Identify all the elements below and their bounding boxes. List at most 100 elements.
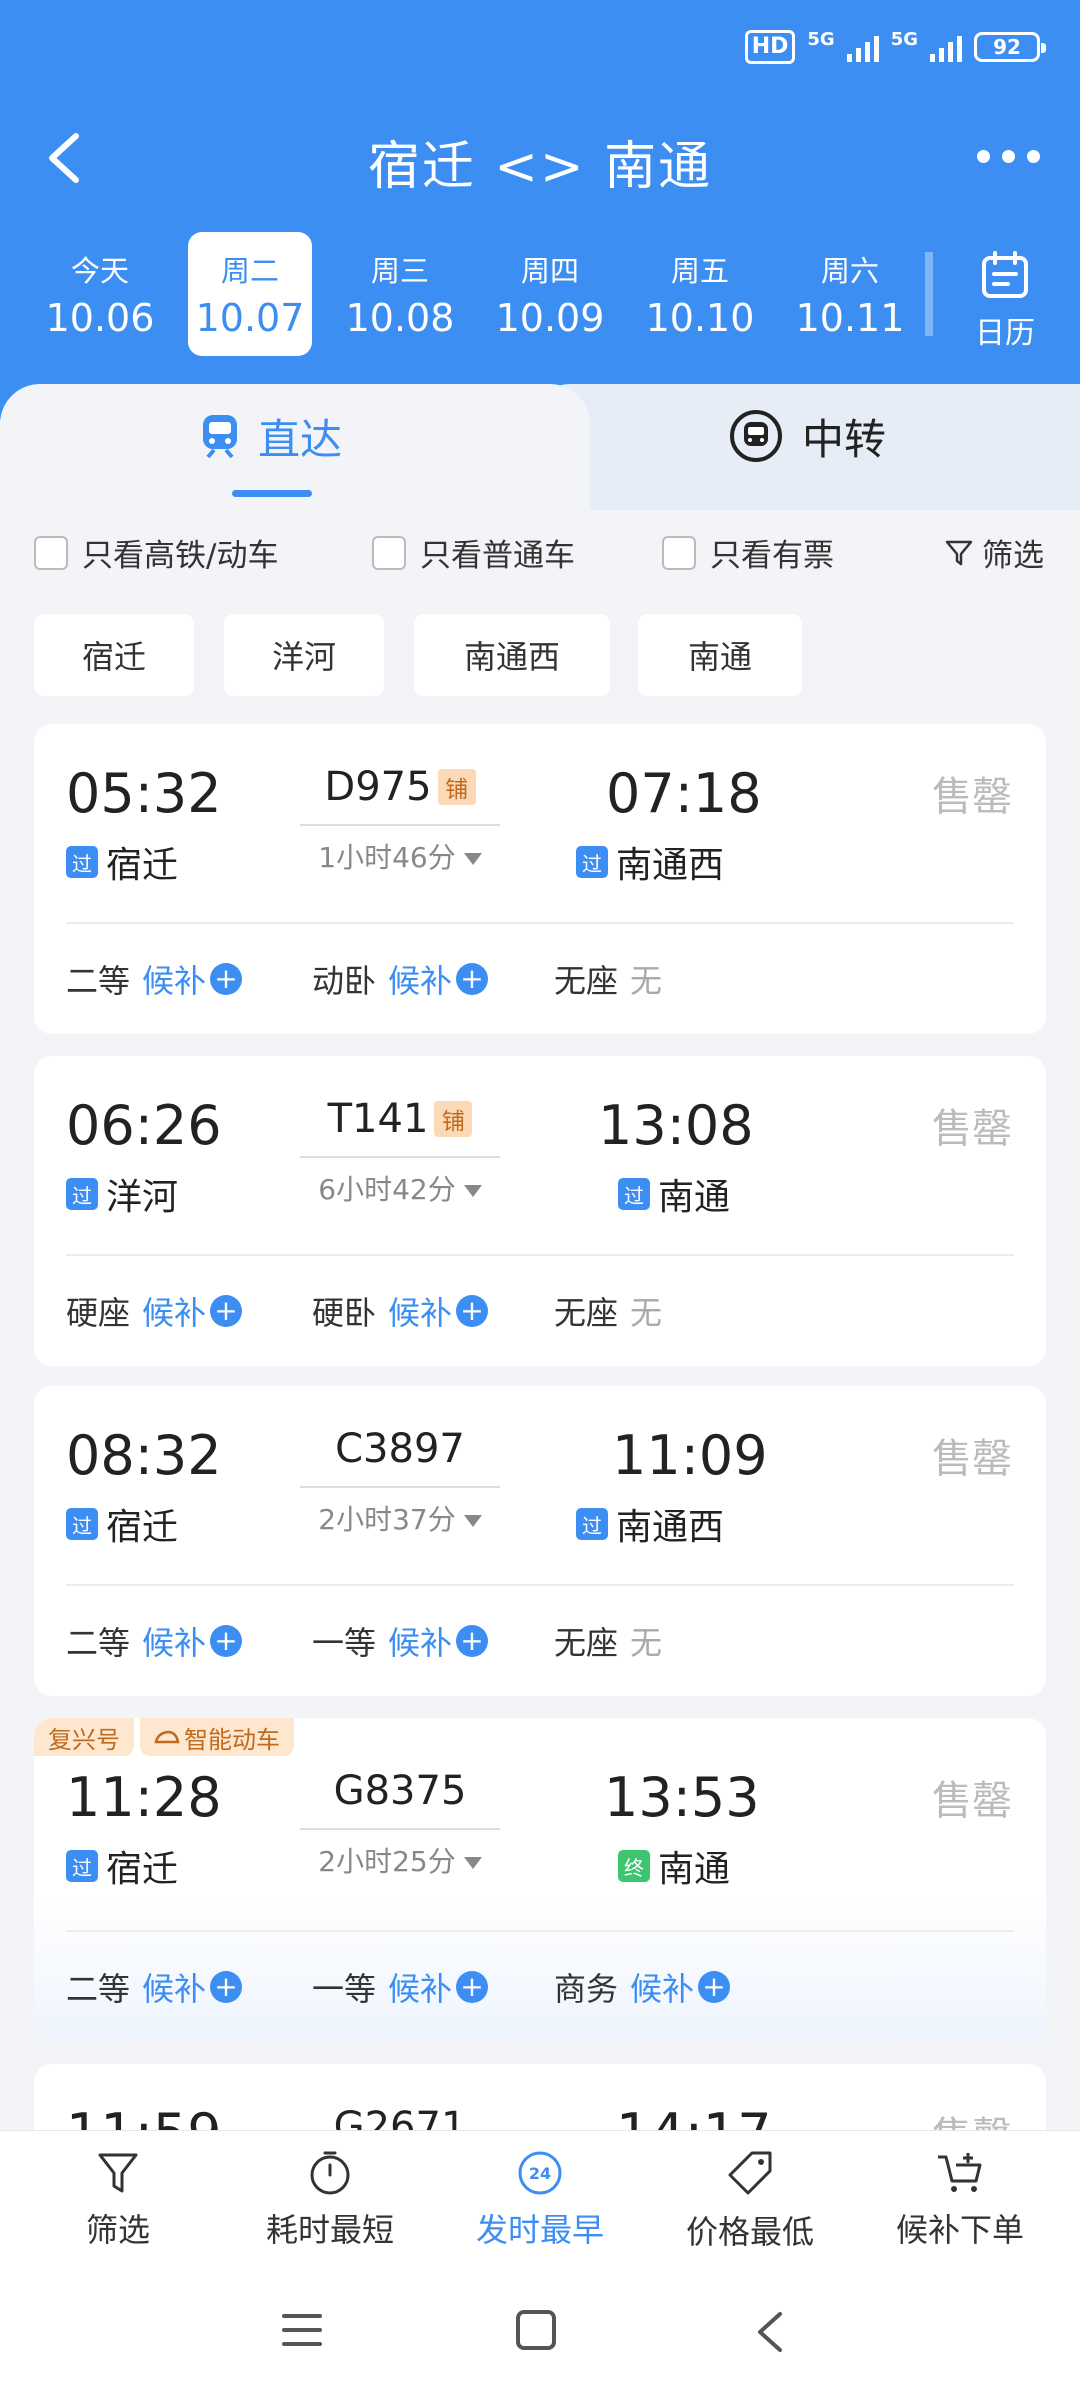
pass-tag: 过 (66, 1508, 98, 1540)
sleeper-badge: 铺 (437, 769, 476, 805)
seat-row: 二等 候补 + 一等 候补 + 商务 候补 + (66, 1964, 1014, 2014)
arrival-station: 过南通西 (576, 1498, 724, 1550)
station-chip[interactable]: 南通西 (414, 614, 610, 696)
departure-time: 11:28 (66, 1766, 222, 1829)
plus-icon: + (456, 1295, 489, 1327)
sort-toolbar: 筛选 耗时最短 24 发时最早 价格最低 候补下单 (0, 2130, 1080, 2260)
clock-24-icon: 24 (518, 2151, 562, 2195)
station-chip[interactable]: 南通 (638, 614, 802, 696)
sort-earliest-button[interactable]: 24 发时最早 (440, 2149, 640, 2251)
dropdown-icon (463, 1857, 482, 1869)
seat-option[interactable]: 硬座 候补 + (66, 1288, 243, 1334)
seat-option[interactable]: 无座无 (554, 1618, 662, 1664)
pass-tag: 过 (66, 1850, 98, 1882)
normal-train-only-checkbox[interactable]: 只看普通车 (372, 530, 575, 575)
transfer-train-icon (730, 410, 782, 462)
arrival-time: 11:09 (612, 1424, 768, 1487)
arrival-station: 过南通西 (576, 836, 724, 888)
seat-option[interactable]: 硬卧 候补 + (312, 1288, 489, 1334)
station-chip[interactable]: 宿迁 (34, 614, 194, 696)
high-speed-only-checkbox[interactable]: 只看高铁/动车 (34, 530, 278, 575)
departure-time: 05:32 (66, 762, 222, 825)
arrival-station: 过南通 (618, 1168, 730, 1220)
departure-time: 08:32 (66, 1424, 222, 1487)
seat-option[interactable]: 二等 候补 + (66, 1618, 243, 1664)
seat-option[interactable]: 二等 候补 + (66, 956, 243, 1002)
sold-out-status: 售罄 (932, 1778, 1012, 1824)
arrival-time: 13:08 (598, 1094, 754, 1157)
date-item[interactable]: 今天 10.06 (38, 232, 162, 356)
filter-tab-button[interactable]: 筛选 (18, 2149, 218, 2251)
home-nav-button[interactable] (514, 2310, 558, 2354)
tab-transfer[interactable]: 中转 (728, 406, 886, 466)
duration[interactable]: 2小时37分 (300, 1498, 500, 1538)
tab-direct[interactable]: 直达 (200, 406, 342, 466)
date-item[interactable]: 周三 10.08 (338, 232, 462, 356)
calendar-button[interactable]: 日历 (960, 250, 1050, 352)
divider (925, 252, 933, 336)
seat-option[interactable]: 二等 候补 + (66, 1964, 243, 2010)
seat-option[interactable]: 一等 候补 + (312, 1964, 489, 2010)
train-card[interactable]: 06:26 过洋河 T141 铺 6小时42分 13:08 过南通 售罄 硬座 候补… (34, 1056, 1046, 1366)
train-badges: 复兴号 智能动车 (34, 1718, 294, 1756)
sold-out-status: 售罄 (932, 1106, 1012, 1152)
sort-shortest-button[interactable]: 耗时最短 (230, 2149, 430, 2251)
station-chip[interactable]: 洋河 (224, 614, 384, 696)
clock-24-label: 24 (529, 2164, 551, 2183)
header-bar: HD 5G 5G 92 宿迁 <> 南通 今天 10.06 周二 10.07 周三 1… (0, 0, 1080, 420)
date-item[interactable]: 周五 10.10 (638, 232, 762, 356)
menu-icon (282, 2314, 322, 2346)
seat-option[interactable]: 动卧 候补 + (312, 956, 489, 1002)
dropdown-icon (463, 1185, 482, 1197)
battery-icon: 92 (974, 32, 1046, 62)
timer-icon (310, 2151, 350, 2195)
smart-emu-badge: 智能动车 (140, 1718, 294, 1756)
route-line (300, 1486, 500, 1488)
seat-option[interactable]: 无座无 (554, 956, 662, 1002)
date-selector: 今天 10.06 周二 10.07 周三 10.08 周四 10.09 周五 10.10 … (0, 232, 1080, 356)
network-type-1: 5G (807, 28, 835, 50)
date-item[interactable]: 周四 10.09 (488, 232, 612, 356)
more-menu-button[interactable] (977, 150, 1040, 163)
duration[interactable]: 1小时46分 (300, 836, 500, 876)
home-square-icon (516, 2310, 556, 2350)
available-only-checkbox[interactable]: 只看有票 (662, 530, 834, 575)
seat-option[interactable]: 商务 候补 + (554, 1964, 731, 2010)
train-card[interactable]: 08:32 过宿迁 C3897 2小时37分 11:09 过南通西 售罄 二等候… (34, 1386, 1046, 1696)
filter-button[interactable]: 筛选 (944, 530, 1044, 575)
divider (66, 1254, 1014, 1256)
departure-station: 过宿迁 (66, 836, 178, 888)
train-card[interactable]: 复兴号 智能动车 11:28 过宿迁 G8375 2小时25分 13:53 终南… (34, 1718, 1046, 2042)
arrival-time: 07:18 (606, 762, 762, 825)
plus-icon: + (210, 1971, 243, 2003)
signal-icon (930, 32, 962, 62)
divider (66, 922, 1014, 924)
plus-icon: + (456, 963, 489, 995)
route-type-tabs: 直达 中转 (0, 384, 1080, 510)
back-triangle-icon (758, 2312, 782, 2352)
train-icon (203, 415, 237, 459)
battery-level: 92 (993, 35, 1021, 59)
seat-option[interactable]: 无座无 (554, 1288, 662, 1334)
sort-cheapest-button[interactable]: 价格最低 (650, 2149, 850, 2253)
train-card[interactable]: 05:32 过宿迁 D975 铺 1小时46分 07:18 过南通西 售罄 二等候… (34, 724, 1046, 1034)
route-line (300, 1156, 500, 1158)
plus-icon: + (210, 1625, 243, 1657)
date-item[interactable]: 周六 10.11 (788, 232, 912, 356)
date-item-selected[interactable]: 周二 10.07 (188, 232, 312, 356)
pass-tag: 过 (618, 1178, 650, 1210)
departure-time: 06:26 (66, 1094, 222, 1157)
duration[interactable]: 6小时42分 (300, 1168, 500, 1208)
filter-row: 只看高铁/动车 只看普通车 只看有票 筛选 (34, 530, 1054, 578)
divider (66, 1584, 1014, 1586)
status-bar: HD 5G 5G 92 (744, 28, 1046, 64)
menu-nav-button[interactable] (280, 2310, 324, 2354)
duration[interactable]: 2小时25分 (300, 1840, 500, 1880)
sleeper-badge: 铺 (434, 1101, 473, 1137)
waitlist-order-button[interactable]: 候补下单 (860, 2149, 1060, 2251)
seat-row: 二等 候补 + 动卧 候补 + 无座无 (66, 956, 1014, 1006)
page-title: 宿迁 <> 南通 (367, 137, 713, 197)
back-nav-button[interactable] (752, 2310, 788, 2358)
seat-option[interactable]: 一等 候补 + (312, 1618, 489, 1664)
departure-station: 过宿迁 (66, 1498, 178, 1550)
